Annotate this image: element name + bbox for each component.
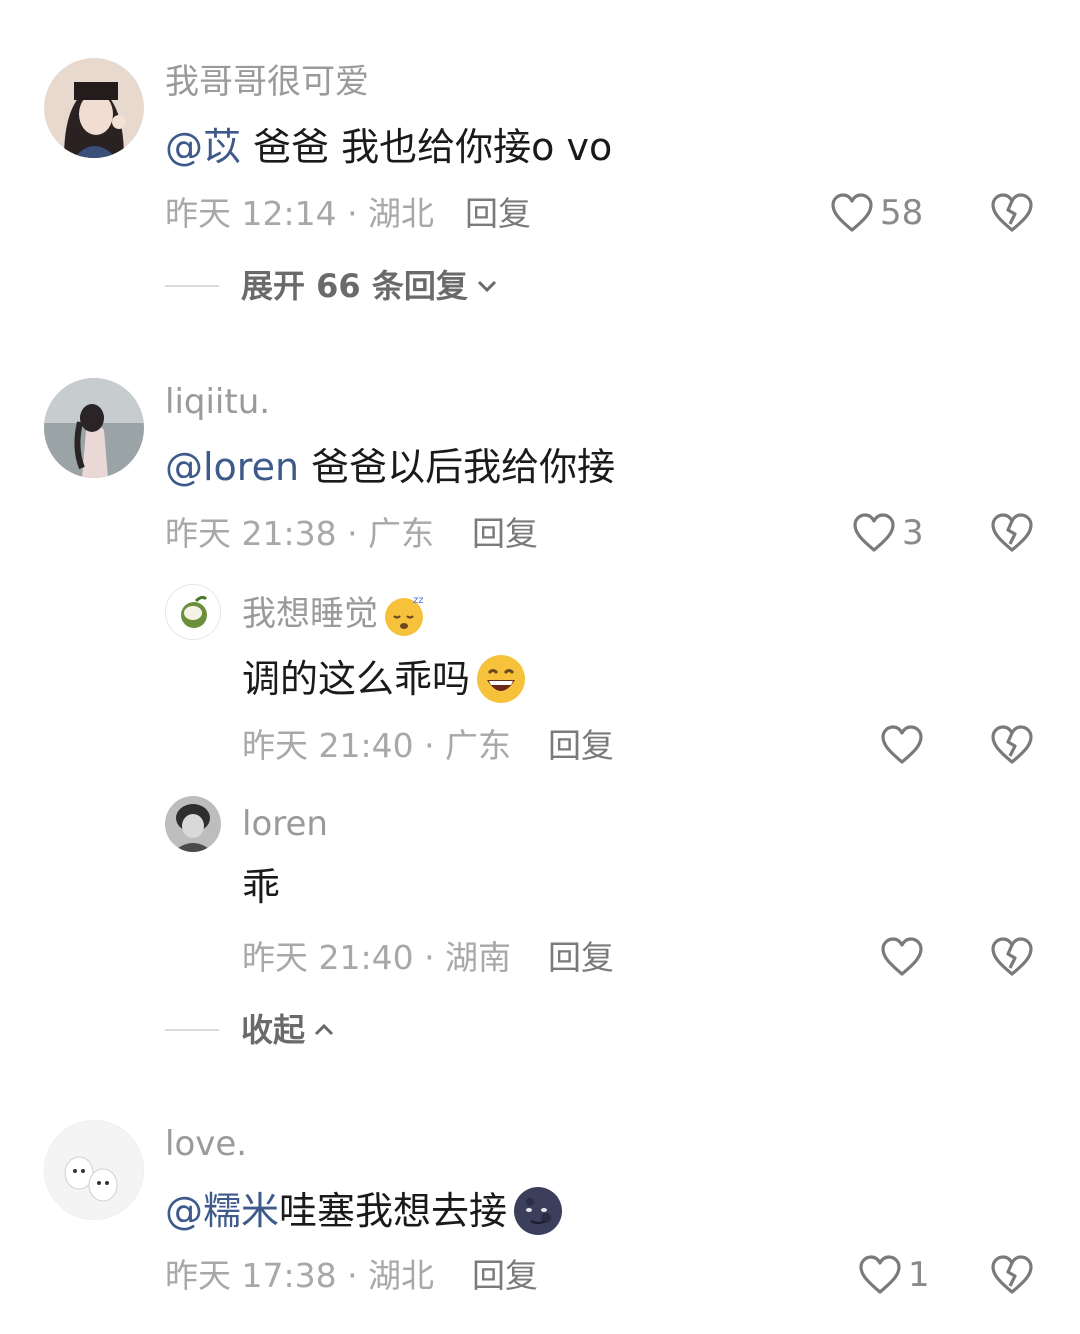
expand-replies-label: 展开 66 条回复 xyxy=(241,267,468,305)
comment-meta: 昨天 17:38 · 湖北 xyxy=(165,1256,435,1295)
username[interactable]: 我哥哥很可爱 xyxy=(165,62,369,102)
like-button[interactable] xyxy=(880,936,924,978)
username-text: 我想睡觉 xyxy=(242,594,378,634)
collapse-replies-button[interactable]: 收起 xyxy=(165,1010,335,1050)
avatar[interactable] xyxy=(165,796,221,852)
dislike-button[interactable] xyxy=(990,1254,1034,1300)
chevron-down-icon xyxy=(477,280,496,293)
username[interactable]: liqiitu. xyxy=(165,382,270,422)
comment-meta: 昨天 21:38 · 广东 xyxy=(165,514,435,553)
comment-text: 乖 xyxy=(242,865,281,909)
comment-body: 调的这么乖吗 xyxy=(242,657,471,701)
heart-outline-icon xyxy=(859,1255,901,1294)
mention-link[interactable]: @糯米 xyxy=(165,1188,279,1234)
heart-outline-icon xyxy=(881,937,923,976)
comment-body: 爸爸 我也给你接o vo xyxy=(241,125,613,169)
comment-body: 哇塞我想去接 xyxy=(279,1189,508,1233)
like-count: 58 xyxy=(880,193,924,233)
chevron-up-icon xyxy=(314,1023,334,1036)
comment-meta: 昨天 21:40 · 湖南 xyxy=(242,938,512,977)
like-button[interactable]: 3 xyxy=(852,512,924,554)
like-count: 1 xyxy=(908,1255,930,1295)
grinning-face-emoji-icon xyxy=(477,655,526,703)
reply-button[interactable]: 回复 xyxy=(472,514,538,554)
dislike-button[interactable] xyxy=(990,936,1034,982)
broken-heart-icon xyxy=(991,725,1033,764)
heart-outline-icon xyxy=(831,193,873,232)
reply-button[interactable]: 回复 xyxy=(548,938,614,978)
heart-outline-icon xyxy=(853,513,895,552)
comment-text: @loren 爸爸以后我给你接 xyxy=(165,444,615,490)
username[interactable]: 我想睡觉 zz xyxy=(242,590,430,638)
divider-line xyxy=(165,285,219,287)
comment-text: 调的这么乖吗 xyxy=(242,652,528,706)
reply-button[interactable]: 回复 xyxy=(472,1256,538,1296)
username[interactable]: love. xyxy=(165,1124,247,1164)
avatar[interactable] xyxy=(165,584,221,640)
svg-text:zz: zz xyxy=(413,595,424,606)
divider-line xyxy=(165,1029,219,1031)
username[interactable]: loren xyxy=(242,804,328,844)
new-moon-face-emoji-icon xyxy=(514,1187,563,1235)
avatar[interactable] xyxy=(44,378,144,478)
like-count: 3 xyxy=(902,513,924,553)
comment-body: 爸爸以后我给你接 xyxy=(299,445,616,489)
reply-button[interactable]: 回复 xyxy=(548,726,614,766)
like-button[interactable]: 58 xyxy=(830,192,923,234)
broken-heart-icon xyxy=(991,1255,1033,1294)
comment-text: @苡 爸爸 我也给你接o vo xyxy=(165,124,612,170)
dislike-button[interactable] xyxy=(990,512,1034,558)
reply-button[interactable]: 回复 xyxy=(465,194,531,234)
like-button[interactable] xyxy=(880,724,924,766)
mention-link[interactable]: @苡 xyxy=(165,125,241,169)
comment-meta: 昨天 12:14 · 湖北 xyxy=(165,194,435,233)
avatar[interactable] xyxy=(44,1120,144,1220)
heart-outline-icon xyxy=(881,725,923,764)
avatar[interactable] xyxy=(44,58,144,158)
collapse-replies-label: 收起 xyxy=(241,1011,306,1049)
comment-text: @糯米 哇塞我想去接 xyxy=(165,1184,565,1238)
dislike-button[interactable] xyxy=(990,192,1034,238)
broken-heart-icon xyxy=(991,193,1033,232)
comment-meta: 昨天 21:40 · 广东 xyxy=(242,726,512,765)
dislike-button[interactable] xyxy=(990,724,1034,770)
like-button[interactable]: 1 xyxy=(858,1254,930,1296)
broken-heart-icon xyxy=(991,513,1033,552)
comment-section: 我哥哥很可爱 @苡 爸爸 我也给你接o vo 昨天 12:14 · 湖北 回复 … xyxy=(0,0,1080,1334)
broken-heart-icon xyxy=(991,937,1033,976)
mention-link[interactable]: @loren xyxy=(165,445,299,489)
expand-replies-button[interactable]: 展开 66 条回复 xyxy=(165,266,498,306)
sleeping-face-emoji-icon: zz xyxy=(385,595,424,636)
